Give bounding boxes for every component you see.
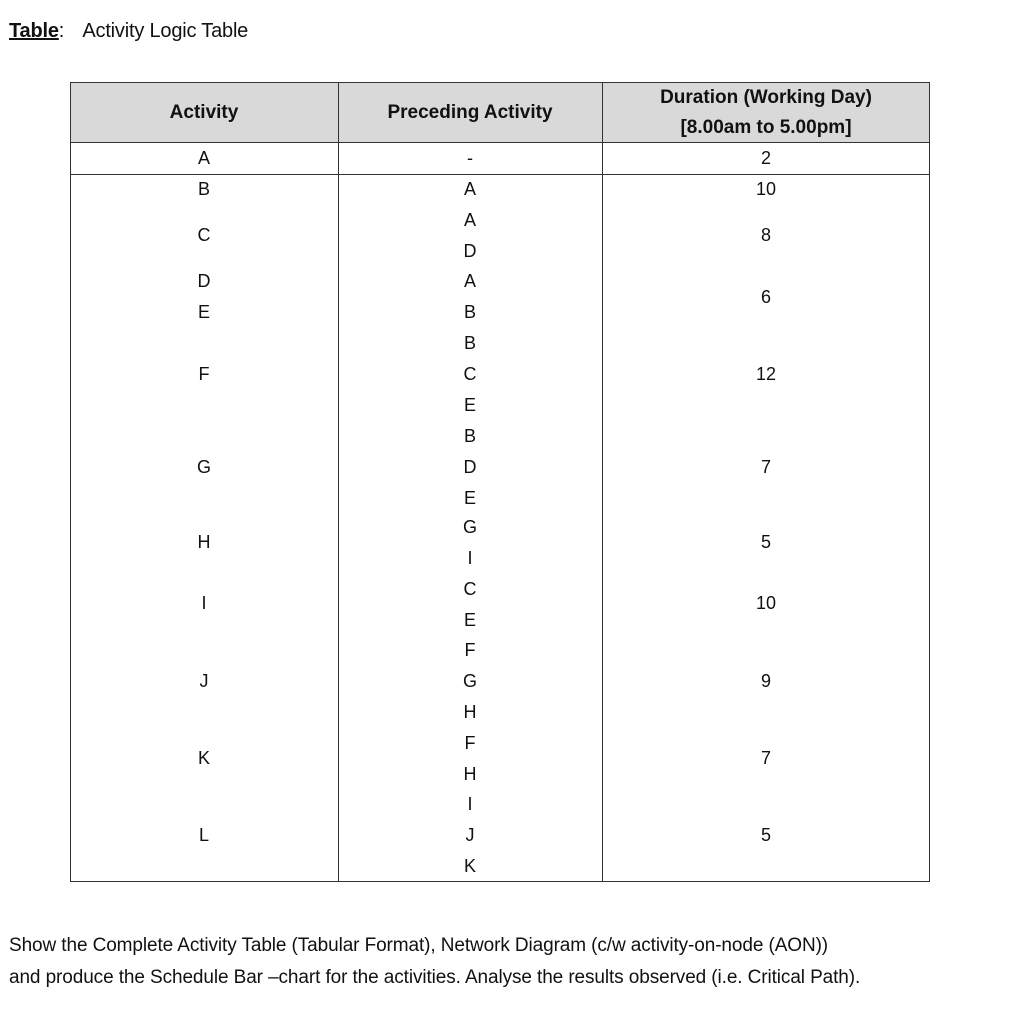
activity-cell: C <box>197 225 211 245</box>
preceding-activity-cell: E <box>463 395 476 415</box>
preceding-activity-cell: G <box>462 517 477 537</box>
activity-cell: A <box>197 148 210 168</box>
activity-cell: B <box>197 179 210 199</box>
activity-cell: L <box>198 825 209 845</box>
header-preceding-activity: Preceding Activity <box>387 102 553 123</box>
preceding-activity-cell: K <box>463 856 476 876</box>
caption-colon: : <box>58 20 65 42</box>
preceding-activity-cell: E <box>463 488 476 508</box>
duration-cell: 8 <box>760 225 771 245</box>
preceding-activity-cell: I <box>467 794 473 814</box>
preceding-activity-cell: B <box>463 302 476 322</box>
preceding-activity-cell: B <box>463 426 476 446</box>
activity-cell: D <box>197 271 211 291</box>
header-activity: Activity <box>169 102 239 123</box>
preceding-activity-cell: I <box>467 548 473 568</box>
duration-cell: 5 <box>760 825 771 845</box>
preceding-activity-cell: D <box>463 457 477 477</box>
preceding-activity-cell: G <box>462 671 477 691</box>
preceding-activity-cell: C <box>463 579 477 599</box>
caption-label: Table <box>9 20 59 42</box>
preceding-activity-cell: H <box>463 702 477 722</box>
instructions-line-1: Show the Complete Activity Table (Tabula… <box>9 935 829 956</box>
activity-cell: K <box>197 748 210 768</box>
preceding-activity-cell: A <box>463 271 476 291</box>
activity-cell: F <box>198 364 210 384</box>
header-duration-line1: Duration (Working Day) <box>660 87 872 108</box>
duration-cell: 9 <box>760 671 771 691</box>
instructions-line-2: and produce the Schedule Bar –chart for … <box>9 967 861 988</box>
duration-cell: 7 <box>760 457 771 477</box>
preceding-activity-cell: F <box>464 640 476 660</box>
instructions: Show the Complete Activity Table (Tabula… <box>9 930 860 994</box>
preceding-activity-cell: H <box>463 764 477 784</box>
preceding-activity-cell: J <box>465 825 475 845</box>
preceding-activity-cell: - <box>467 148 473 168</box>
preceding-activity-cell: E <box>463 610 476 630</box>
duration-cell: 2 <box>760 148 771 168</box>
header-duration-line2: [8.00am to 5.00pm] <box>680 117 852 138</box>
preceding-activity-cell: D <box>463 241 477 261</box>
preceding-activity-cell: A <box>463 210 476 230</box>
activity-logic-table: Activity Preceding Activity Duration (Wo… <box>70 82 930 882</box>
duration-cell: 7 <box>760 748 771 768</box>
duration-cell: 12 <box>755 364 777 384</box>
activity-cell: H <box>197 532 211 552</box>
duration-cell: 6 <box>760 287 771 307</box>
duration-cell: 10 <box>755 593 777 613</box>
duration-cell: 10 <box>755 179 777 199</box>
preceding-activity-cell: B <box>463 333 476 353</box>
preceding-activity-cell: A <box>463 179 476 199</box>
activity-cell: E <box>197 302 210 322</box>
table-caption: Table: Activity Logic Table <box>9 20 248 43</box>
preceding-activity-cell: F <box>464 733 476 753</box>
preceding-activity-cell: C <box>463 364 477 384</box>
duration-cell: 5 <box>760 532 771 552</box>
activity-cell: I <box>201 593 207 613</box>
caption-title: Activity Logic Table <box>82 20 249 42</box>
activity-cell: J <box>199 671 209 691</box>
activity-cell: G <box>196 457 211 477</box>
